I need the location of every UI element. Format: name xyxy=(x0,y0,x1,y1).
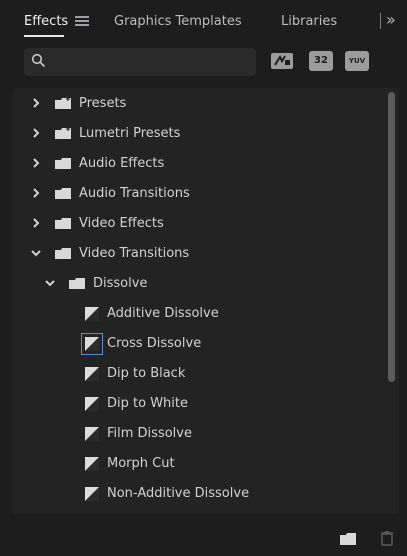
transition-effect-icon xyxy=(85,487,99,501)
tab-graphics-templates[interactable]: Graphics Templates xyxy=(114,14,242,29)
tree-item-label: Dissolve xyxy=(93,276,148,291)
transition-effect-icon xyxy=(85,307,99,321)
transition-effect-icon xyxy=(85,457,99,471)
chevron-down-icon[interactable] xyxy=(30,247,42,259)
folder-icon xyxy=(55,188,71,199)
tree-item-non-additive-dissolve[interactable]: Non-Additive Dissolve xyxy=(12,480,372,508)
tree-item-label: Additive Dissolve xyxy=(107,306,219,321)
search-icon xyxy=(31,53,45,67)
trash-icon[interactable] xyxy=(380,530,394,546)
tree-item-morph-cut[interactable]: Morph Cut xyxy=(12,450,372,478)
search-input[interactable] xyxy=(52,52,256,74)
tab-libraries[interactable]: Libraries xyxy=(281,14,337,29)
tree-item-label: Morph Cut xyxy=(107,456,175,471)
tree-item-label: Dip to White xyxy=(107,396,188,411)
yuv-label: YUV xyxy=(348,57,366,65)
tree-item-label: Lumetri Presets xyxy=(79,126,181,141)
tree-item-presets[interactable]: Presets xyxy=(12,90,372,118)
tree-item-dip-to-white[interactable]: Dip to White xyxy=(12,390,372,418)
search-box[interactable] xyxy=(24,48,256,76)
presets-folder-icon xyxy=(55,127,71,139)
folder-icon xyxy=(55,218,71,229)
tree-item-video-effects[interactable]: Video Effects xyxy=(12,210,372,238)
transition-effect-icon xyxy=(85,367,99,381)
tree-item-dissolve[interactable]: Dissolve xyxy=(12,270,372,298)
tab-divider xyxy=(380,13,381,29)
presets-folder-icon xyxy=(55,97,71,109)
accelerated-effects-icon[interactable] xyxy=(270,51,294,71)
tree-item-lumetri-presets[interactable]: Lumetri Presets xyxy=(12,120,372,148)
tab-effects[interactable]: Effects xyxy=(24,14,68,29)
tree-item-label: Audio Effects xyxy=(79,156,165,171)
active-tab-indicator xyxy=(24,35,64,37)
tree-item-cross-dissolve[interactable]: Cross Dissolve xyxy=(12,330,372,358)
tree-item-video-transitions[interactable]: Video Transitions xyxy=(12,240,372,268)
tree-item-label: Video Transitions xyxy=(79,246,190,261)
chevron-right-icon[interactable] xyxy=(30,157,42,169)
panel-menu-icon[interactable] xyxy=(75,14,89,26)
tree-item-label: Cross Dissolve xyxy=(107,336,202,351)
tree-item-label: Non-Additive Dissolve xyxy=(107,486,250,501)
tree-item-film-dissolve[interactable]: Film Dissolve xyxy=(12,420,372,448)
transition-effect-icon xyxy=(85,427,99,441)
overflow-tabs-icon[interactable]: » xyxy=(386,10,396,29)
folder-icon xyxy=(69,278,85,289)
tree-item-label: Video Effects xyxy=(79,216,164,231)
chevron-right-icon[interactable] xyxy=(30,187,42,199)
vertical-scrollbar[interactable] xyxy=(388,92,395,382)
tree-item-label: Dip to Black xyxy=(107,366,186,381)
tree-item-dip-to-black[interactable]: Dip to Black xyxy=(12,360,372,388)
effects-panel: Effects Graphics Templates Libraries » 3… xyxy=(0,0,407,556)
folder-icon xyxy=(55,248,71,259)
chevron-down-icon[interactable] xyxy=(44,277,56,289)
tree-item-audio-effects[interactable]: Audio Effects xyxy=(12,150,372,178)
new-custom-bin-icon[interactable] xyxy=(339,532,357,546)
chevron-right-icon[interactable] xyxy=(30,217,42,229)
chevron-right-icon[interactable] xyxy=(30,127,42,139)
tree-item-label: Film Dissolve xyxy=(107,426,192,441)
32-bit-color-icon[interactable]: 32 xyxy=(309,51,333,71)
panel-tab-bar: Effects Graphics Templates Libraries » xyxy=(0,0,407,40)
transition-effect-icon xyxy=(85,397,99,411)
tree-item-label: Audio Transitions xyxy=(79,186,190,201)
tree-item-audio-transitions[interactable]: Audio Transitions xyxy=(12,180,372,208)
effects-tree: Presets Lumetri Presets Audio Effects Au… xyxy=(12,88,399,514)
yuv-effects-icon[interactable]: YUV xyxy=(345,51,369,71)
tree-item-label: Presets xyxy=(79,96,127,111)
32-bit-label: 32 xyxy=(314,55,328,66)
chevron-right-icon[interactable] xyxy=(30,97,42,109)
transition-effect-icon xyxy=(81,333,103,355)
folder-icon xyxy=(55,158,71,169)
tree-item-additive-dissolve[interactable]: Additive Dissolve xyxy=(12,300,372,328)
